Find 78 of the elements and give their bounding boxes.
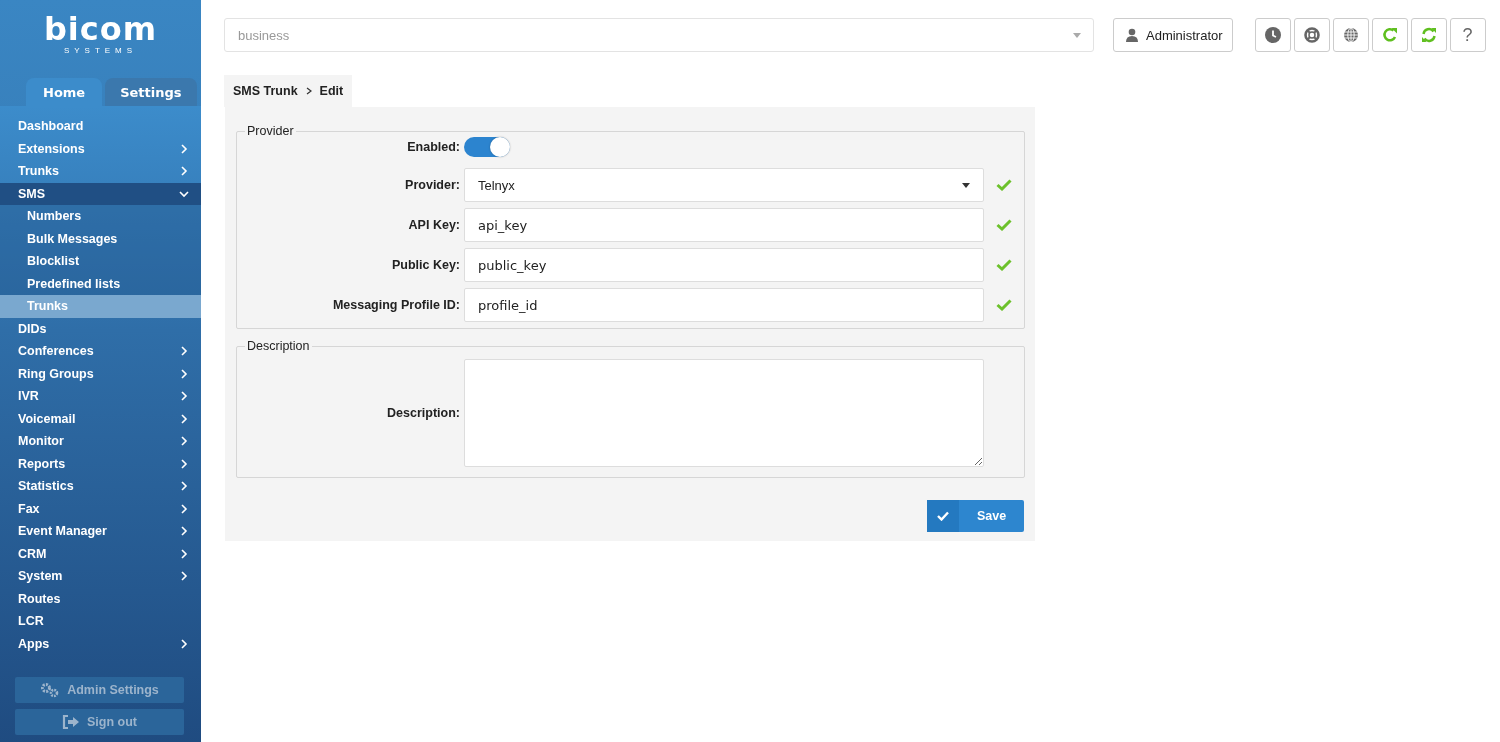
submenu-item[interactable]: Blocklist — [0, 250, 201, 273]
clock-button[interactable] — [1254, 18, 1291, 52]
chevron-right-icon — [179, 526, 189, 537]
globe-icon — [1342, 27, 1359, 43]
sidebar-tab[interactable]: Settings — [105, 78, 197, 106]
field-label: Enabled: — [406, 140, 461, 154]
menu-item[interactable]: Voicemail — [0, 407, 201, 430]
select-field[interactable]: Telnyx — [464, 168, 984, 202]
breadcrumb-item: Edit — [319, 84, 344, 98]
chevron-right-icon — [179, 368, 189, 379]
lifebuoy-icon — [1303, 27, 1320, 43]
lifebuoy-button[interactable] — [1293, 18, 1330, 52]
submenu-item[interactable]: Bulk Messages — [0, 227, 201, 250]
sidebar-tab[interactable]: Home — [26, 78, 103, 106]
menu-item[interactable]: Routes — [0, 587, 201, 610]
field-label: Description: — [386, 406, 461, 420]
caret-icon — [1073, 32, 1081, 38]
menu-item[interactable]: Ring Groups — [0, 362, 201, 385]
menu-item[interactable]: CRM — [0, 542, 201, 565]
menu-item[interactable]: Reports — [0, 452, 201, 475]
field-label: Public Key: — [390, 258, 461, 272]
menu-item[interactable]: LCR — [0, 610, 201, 633]
menu-item[interactable]: Trunks — [0, 160, 201, 183]
menu-item[interactable]: Monitor — [0, 430, 201, 453]
help-button[interactable]: ? — [1449, 18, 1486, 52]
menu-item[interactable]: Apps — [0, 632, 201, 655]
toggle-switch[interactable] — [464, 137, 510, 157]
menu-item[interactable]: IVR — [0, 385, 201, 408]
user-icon — [1126, 28, 1138, 42]
chevron-right-icon — [179, 436, 189, 447]
input-field[interactable]: profile_id — [464, 288, 984, 322]
checkmark-icon — [937, 511, 949, 521]
chevron-down-icon — [179, 188, 189, 199]
chevron-right-icon — [179, 458, 189, 469]
textarea-field[interactable] — [464, 359, 984, 467]
chevron-right-icon — [179, 571, 189, 582]
chevron-right-icon — [179, 548, 189, 559]
section-legend: Description — [245, 339, 312, 353]
chevron-right-icon — [179, 481, 189, 492]
chevron-right-icon — [179, 638, 189, 649]
user-button[interactable]: Administrator — [1113, 18, 1233, 52]
input-field[interactable]: public_key — [464, 248, 984, 282]
globe-button[interactable] — [1332, 18, 1369, 52]
field-label: Messaging Profile ID: — [331, 298, 461, 312]
sync-button[interactable] — [1410, 18, 1447, 52]
field-label: API Key: — [407, 218, 461, 232]
menu-item[interactable]: Extensions — [0, 137, 201, 160]
chevron-right-icon — [179, 166, 189, 177]
clock-icon — [1264, 27, 1281, 43]
input-field[interactable]: api_key — [464, 208, 984, 242]
chevron-right-icon — [179, 391, 189, 402]
reload-button[interactable] — [1371, 18, 1408, 52]
menu-item[interactable]: Event Manager — [0, 520, 201, 543]
caret-icon — [962, 182, 970, 188]
gears-icon — [40, 682, 61, 698]
menu-item[interactable]: Fax — [0, 497, 201, 520]
field-label: Provider: — [404, 178, 461, 192]
section-legend: Provider — [245, 124, 296, 138]
chevron-right-icon — [305, 87, 312, 95]
logo-subtext: SYSTEMS — [63, 46, 138, 55]
chevron-right-icon — [179, 413, 189, 424]
chevron-right-icon — [179, 503, 189, 514]
chevron-right-icon — [179, 143, 189, 154]
menu-item[interactable]: Dashboard — [0, 115, 201, 138]
submenu-item[interactable]: Numbers — [0, 205, 201, 228]
menu-item[interactable]: SMS — [0, 182, 201, 205]
chevron-right-icon — [179, 346, 189, 357]
save-button[interactable]: Save — [927, 500, 1024, 532]
submenu-item[interactable]: Predefined lists — [0, 272, 201, 295]
menu-item[interactable]: Conferences — [0, 340, 201, 363]
sync-icon — [1420, 27, 1437, 43]
breadcrumb-item: SMS Trunk — [233, 84, 298, 98]
menu-item[interactable]: DIDs — [0, 317, 201, 340]
logo-text: bicom — [43, 12, 158, 46]
menu-item[interactable]: System — [0, 565, 201, 588]
menu-item[interactable]: Statistics — [0, 475, 201, 498]
reload-icon — [1381, 27, 1398, 43]
sign-out-icon — [62, 714, 80, 730]
